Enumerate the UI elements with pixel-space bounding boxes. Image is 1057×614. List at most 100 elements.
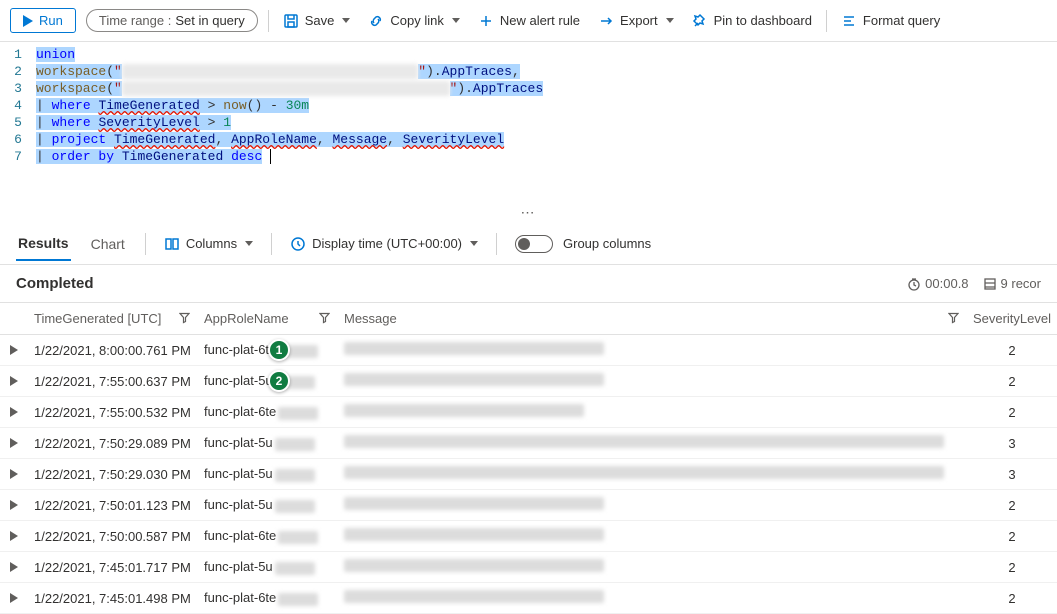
- cell-role: func-plat-6te1: [198, 335, 338, 366]
- chevron-down-icon: [452, 18, 460, 23]
- run-button[interactable]: Run: [10, 8, 76, 33]
- filter-icon[interactable]: [179, 311, 190, 326]
- format-query-button[interactable]: Format query: [837, 9, 944, 33]
- save-button[interactable]: Save: [279, 9, 355, 33]
- expand-row-button[interactable]: [0, 366, 28, 397]
- divider: [268, 10, 269, 32]
- new-alert-label: New alert rule: [500, 13, 580, 28]
- table-row[interactable]: 1/22/2021, 7:45:01.717 PMfunc-plat-5u2: [0, 552, 1057, 583]
- results-table: TimeGenerated [UTC] AppRoleName Message …: [0, 302, 1057, 614]
- save-label: Save: [305, 13, 335, 28]
- expand-row-button[interactable]: [0, 459, 28, 490]
- cell-severity: 2: [967, 366, 1057, 397]
- copy-link-label: Copy link: [390, 13, 443, 28]
- expand-row-button[interactable]: [0, 397, 28, 428]
- cell-role: func-plat-5u: [198, 459, 338, 490]
- col-message[interactable]: Message: [338, 303, 967, 335]
- link-icon: [368, 13, 384, 29]
- status-row: Completed 00:00.8 9 recor: [0, 265, 1057, 302]
- copy-link-button[interactable]: Copy link: [364, 9, 463, 33]
- time-range-value: Set in query: [175, 13, 244, 28]
- time-range-label: Time range :: [99, 13, 172, 28]
- cell-severity: 2: [967, 583, 1057, 614]
- cell-message: [338, 583, 967, 614]
- filter-icon[interactable]: [948, 311, 959, 326]
- run-label: Run: [39, 13, 63, 28]
- cell-role: func-plat-6te: [198, 583, 338, 614]
- cell-time: 1/22/2021, 7:50:00.587 PM: [28, 521, 198, 552]
- group-columns-label: Group columns: [563, 236, 651, 251]
- cell-severity: 3: [967, 428, 1057, 459]
- table-row[interactable]: 1/22/2021, 7:50:00.587 PMfunc-plat-6te 2: [0, 521, 1057, 552]
- columns-label: Columns: [186, 236, 237, 251]
- cell-message: [338, 521, 967, 552]
- timer-text: 00:00.8: [925, 276, 968, 291]
- col-approlename[interactable]: AppRoleName: [198, 303, 338, 335]
- chevron-down-icon: [470, 241, 478, 246]
- time-range-selector[interactable]: Time range : Set in query: [86, 9, 258, 32]
- status-text: Completed: [16, 275, 94, 292]
- columns-selector[interactable]: Columns: [164, 236, 253, 252]
- annotation-badge: 2: [268, 370, 290, 392]
- display-time-label: Display time (UTC+00:00): [312, 236, 462, 251]
- cell-severity: 3: [967, 459, 1057, 490]
- clock-icon: [290, 236, 306, 252]
- table-row[interactable]: 1/22/2021, 7:55:00.532 PMfunc-plat-6te2: [0, 397, 1057, 428]
- cell-role: func-plat-6te: [198, 521, 338, 552]
- group-columns-toggle[interactable]: [515, 235, 553, 253]
- cell-time: 1/22/2021, 7:50:29.089 PM: [28, 428, 198, 459]
- cell-role: func-plat-6te: [198, 397, 338, 428]
- table-row[interactable]: 1/22/2021, 7:45:01.498 PMfunc-plat-6te2: [0, 583, 1057, 614]
- expand-row-button[interactable]: [0, 583, 28, 614]
- query-editor[interactable]: 1union2workspace("xxxxxxxxxxxxxxxxxxxxxx…: [0, 42, 1057, 202]
- export-label: Export: [620, 13, 658, 28]
- collapse-handle[interactable]: ⋯: [0, 202, 1057, 223]
- export-icon: [598, 13, 614, 29]
- cell-role: func-plat-5u: [198, 428, 338, 459]
- pin-label: Pin to dashboard: [714, 13, 812, 28]
- chevron-down-icon: [666, 18, 674, 23]
- cell-message: [338, 490, 967, 521]
- filter-icon[interactable]: [319, 311, 330, 326]
- tab-results[interactable]: Results: [16, 227, 71, 261]
- col-timegenerated[interactable]: TimeGenerated [UTC]: [28, 303, 198, 335]
- export-button[interactable]: Export: [594, 9, 678, 33]
- cell-severity: 2: [967, 552, 1057, 583]
- columns-icon: [164, 236, 180, 252]
- divider: [496, 233, 497, 255]
- cell-severity: 2: [967, 335, 1057, 366]
- table-row[interactable]: 1/22/2021, 7:50:29.089 PMfunc-plat-5u 3: [0, 428, 1057, 459]
- expand-row-button[interactable]: [0, 335, 28, 366]
- play-icon: [23, 15, 33, 27]
- divider: [271, 233, 272, 255]
- format-label: Format query: [863, 13, 940, 28]
- cell-severity: 2: [967, 521, 1057, 552]
- cell-message: [338, 397, 967, 428]
- cell-role: func-plat-5u2: [198, 366, 338, 397]
- table-row[interactable]: 1/22/2021, 7:50:01.123 PMfunc-plat-5u2: [0, 490, 1057, 521]
- stopwatch-icon: [907, 277, 921, 291]
- cell-time: 1/22/2021, 7:45:01.717 PM: [28, 552, 198, 583]
- table-row[interactable]: 1/22/2021, 8:00:00.761 PMfunc-plat-6te1 2: [0, 335, 1057, 366]
- divider: [145, 233, 146, 255]
- display-time-selector[interactable]: Display time (UTC+00:00): [290, 236, 478, 252]
- table-row[interactable]: 1/22/2021, 7:50:29.030 PMfunc-plat-5u3: [0, 459, 1057, 490]
- col-severitylevel[interactable]: SeverityLevel: [967, 303, 1057, 335]
- expand-row-button[interactable]: [0, 552, 28, 583]
- expand-row-button[interactable]: [0, 521, 28, 552]
- new-alert-button[interactable]: New alert rule: [474, 9, 584, 33]
- cell-message: [338, 335, 967, 366]
- cell-message: [338, 552, 967, 583]
- cell-message: [338, 366, 967, 397]
- cell-time: 1/22/2021, 8:00:00.761 PM: [28, 335, 198, 366]
- cell-time: 1/22/2021, 7:55:00.532 PM: [28, 397, 198, 428]
- expand-row-button[interactable]: [0, 490, 28, 521]
- plus-icon: [478, 13, 494, 29]
- cell-severity: 2: [967, 490, 1057, 521]
- cell-message: [338, 428, 967, 459]
- table-row[interactable]: 1/22/2021, 7:55:00.637 PMfunc-plat-5u22: [0, 366, 1057, 397]
- pin-button[interactable]: Pin to dashboard: [688, 9, 816, 33]
- chevron-down-icon: [342, 18, 350, 23]
- tab-chart[interactable]: Chart: [89, 228, 127, 260]
- expand-row-button[interactable]: [0, 428, 28, 459]
